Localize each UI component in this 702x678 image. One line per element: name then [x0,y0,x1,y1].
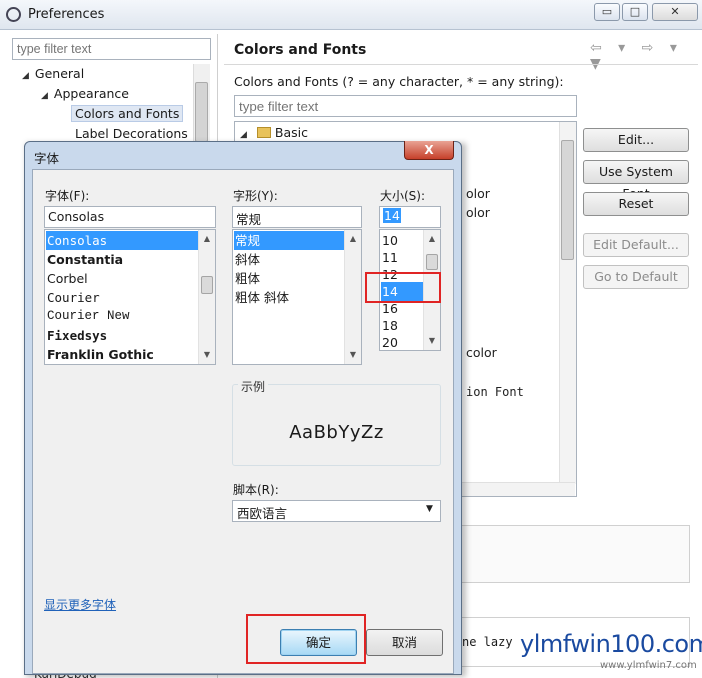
colors-tree-scroll-thumb[interactable] [561,140,574,260]
watermark-sub: www.ylmfwin7.com [600,660,697,671]
size-input-value: 14 [383,208,401,223]
close-icon: X [424,143,434,157]
sample-text: AaBbYyZz [289,422,384,443]
reset-button[interactable]: Reset [583,192,689,216]
font-name-input[interactable]: Consolas [44,206,216,228]
go-to-default-button[interactable]: Go to Default [583,265,689,289]
scroll-thumb[interactable] [426,254,438,270]
font-list: Consolas Constantia Corbel Courier Couri… [44,229,216,365]
scroll-up-icon[interactable]: ▲ [424,231,440,247]
style-list-item[interactable]: 常规 [234,231,344,250]
tree-item-basic[interactable]: ◢ Basic [240,125,308,140]
maximize-icon: □ [629,5,641,18]
tree-item-partial[interactable]: ion Font [466,385,524,399]
tree-item-partial[interactable]: color [466,345,497,360]
font-list-item[interactable]: Courier New [46,307,130,326]
size-list-item[interactable]: 20 [381,333,398,350]
style-list: 常规 斜体 粗体 粗体 斜体 ▲ ▼ [232,229,362,365]
expand-triangle-icon[interactable]: ◢ [240,130,247,140]
show-more-fonts-link[interactable]: 显示更多字体 [44,596,116,613]
maximize-button[interactable]: □ [622,3,648,21]
page-title: Colors and Fonts [234,42,367,58]
style-input[interactable]: 常规 [232,206,362,228]
minimize-icon: ▭ [601,5,613,18]
font-list-item[interactable]: Franklin Gothic [46,345,154,364]
tree-scroll-thumb[interactable] [195,82,208,142]
history-nav-arrows[interactable]: ⇦ ▾ ⇨ ▾ ▼ [590,40,702,72]
font-list-item[interactable]: Courier [46,288,100,307]
style-list-item[interactable]: 粗体 [234,269,260,288]
font-list-item[interactable]: Fixedsys [46,326,107,345]
font-list-scrollbar[interactable]: ▲ ▼ [198,230,215,364]
style-list-scrollbar[interactable]: ▲ ▼ [344,230,361,364]
cancel-button[interactable]: 取消 [366,629,443,656]
tree-item-general[interactable]: ◢ General [22,66,84,81]
tree-item-partial[interactable]: olor [466,186,490,201]
minimize-button[interactable]: ▭ [594,3,620,21]
tree-item-partial[interactable]: olor [466,205,490,220]
dropdown-arrow-icon[interactable]: ▼ [426,504,433,514]
font-list-item[interactable]: Constantia [46,250,123,269]
scroll-thumb[interactable] [201,276,213,294]
colors-fonts-description: Colors and Fonts (? = any character, * =… [234,74,564,89]
header-divider [224,64,698,65]
highlight-box [365,272,441,303]
scroll-down-icon[interactable]: ▼ [199,347,215,363]
expand-triangle-icon[interactable]: ◢ [22,71,29,81]
watermark: ylmfwin100.com [520,630,702,658]
size-input[interactable]: 14 [379,206,441,228]
eclipse-app-icon [6,7,21,22]
window-close-button[interactable]: ✕ [652,3,698,21]
size-label: 大小(S): [380,189,426,203]
script-label: 脚本(R): [233,483,279,497]
tree-item-label-decorations[interactable]: Label Decorations [75,126,188,141]
edit-button[interactable]: Edit... [583,128,689,152]
tree-item-appearance[interactable]: ◢ Appearance [41,86,129,101]
tree-item-colors-and-fonts[interactable]: Colors and Fonts [71,105,184,122]
script-select[interactable]: 西欧语言 [232,500,441,522]
dialog-close-button[interactable]: X [404,141,454,160]
preferences-filter-input[interactable] [12,38,211,60]
scroll-down-icon[interactable]: ▼ [424,333,440,349]
dialog-title: 字体 [34,151,60,166]
window-title: Preferences [28,7,105,22]
style-list-item[interactable]: 粗体 斜体 [234,288,289,307]
font-label: 字体(F): [45,189,90,203]
style-list-item[interactable]: 斜体 [234,250,260,269]
folder-icon [256,127,271,138]
edit-default-button[interactable]: Edit Default... [583,233,689,257]
sample-label: 示例 [238,378,269,395]
close-icon: ✕ [670,5,680,18]
scroll-up-icon[interactable]: ▲ [199,231,215,247]
highlight-box [246,614,366,664]
scroll-up-icon[interactable]: ▲ [345,231,361,247]
expand-triangle-icon[interactable]: ◢ [41,91,48,101]
style-label: 字形(Y): [233,189,278,203]
font-list-item[interactable]: Consolas [46,231,198,250]
use-system-font-button[interactable]: Use System Font [583,160,689,201]
font-preview-text: ne lazy [462,635,513,649]
font-list-item[interactable]: Corbel [46,269,88,288]
colors-filter-input[interactable] [234,95,577,117]
scroll-down-icon[interactable]: ▼ [345,347,361,363]
